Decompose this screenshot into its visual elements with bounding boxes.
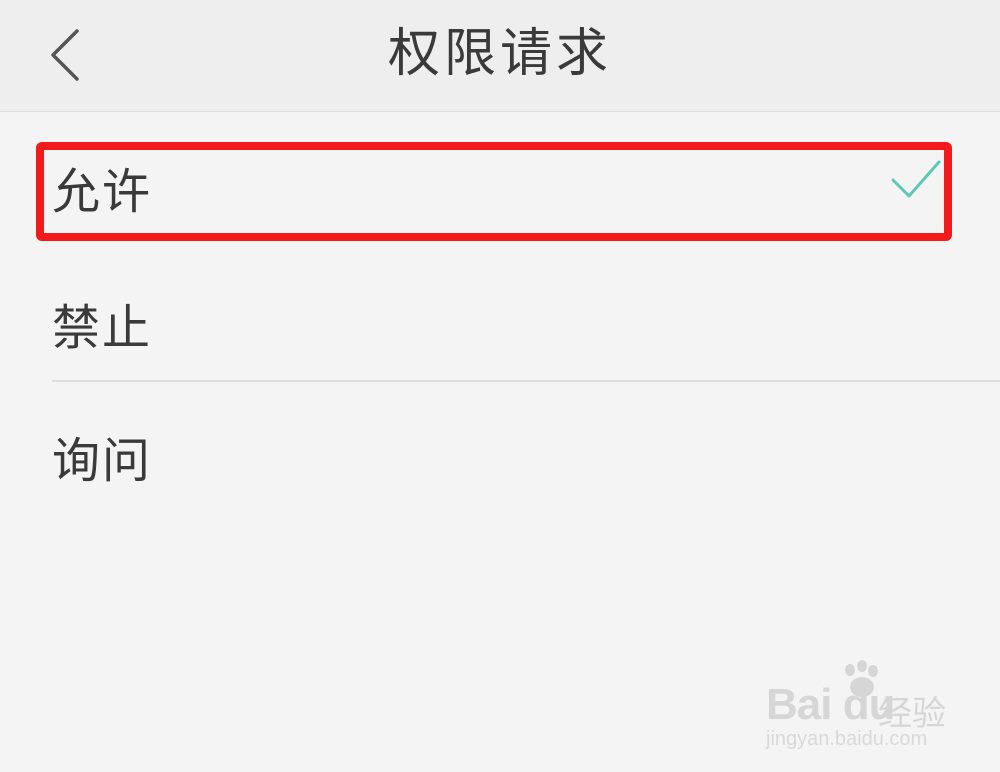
page-title: 权限请求 xyxy=(387,24,612,84)
divider xyxy=(52,380,1000,382)
option-deny[interactable]: 禁止 xyxy=(0,260,1000,370)
watermark-logo: Bai du xyxy=(766,680,895,729)
checkmark-icon xyxy=(891,160,941,198)
watermark-url: jingyan.baidu.com xyxy=(766,728,928,750)
option-allow-label: 允许 xyxy=(52,164,153,220)
option-allow[interactable]: 允许 xyxy=(0,124,1000,234)
header-bar: 权限请求 xyxy=(0,0,1000,112)
permission-request-screen: 权限请求 允许 禁止 询问 Bai du 经验 jingyan.baidu.co… xyxy=(0,0,1000,772)
baidu-watermark: Bai du 经验 jingyan.baidu.com xyxy=(766,660,966,760)
option-deny-label: 禁止 xyxy=(52,300,153,356)
option-ask[interactable]: 询问 xyxy=(0,395,1000,505)
option-ask-label: 询问 xyxy=(52,433,153,489)
